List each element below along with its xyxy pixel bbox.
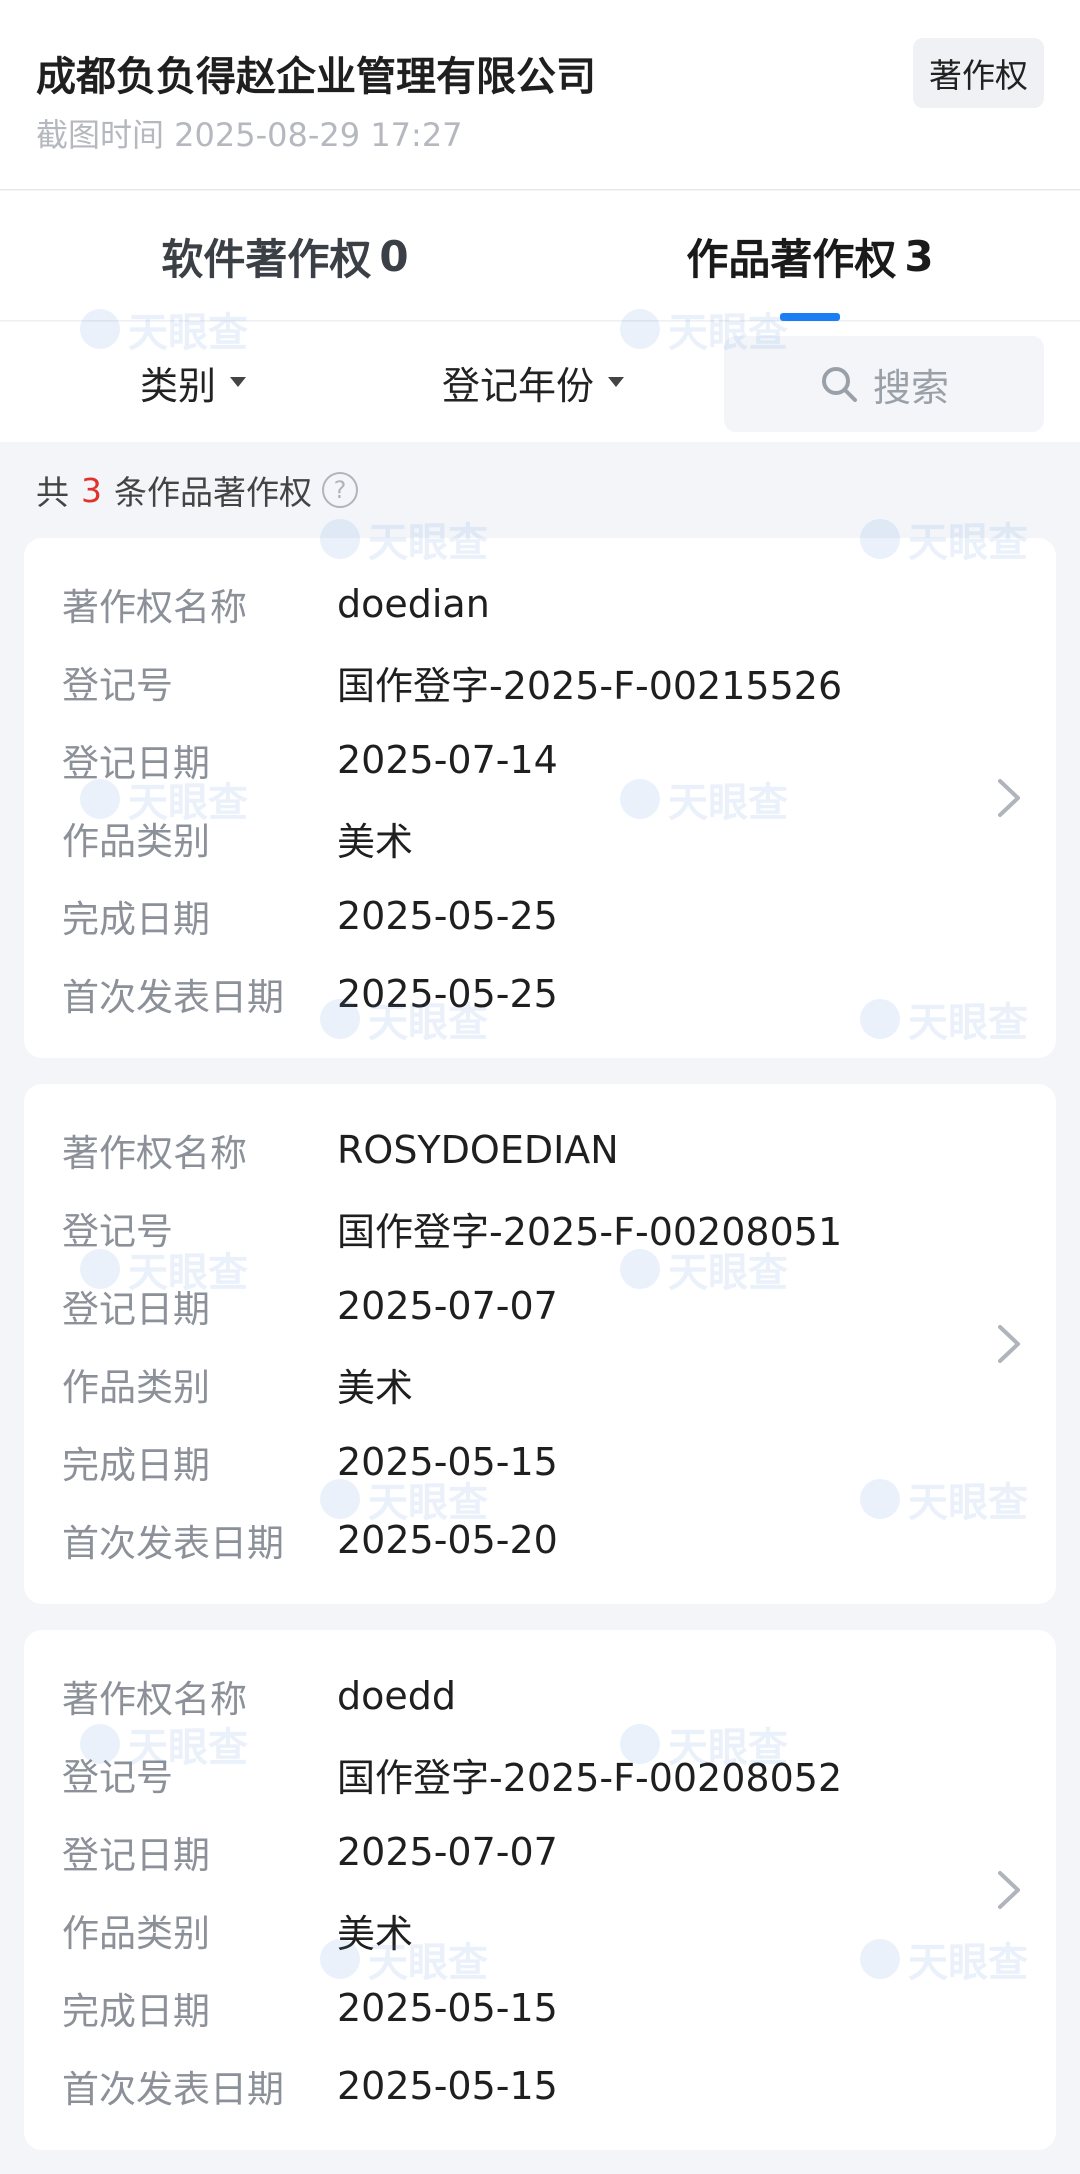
tab-software-copyright[interactable]: 软件著作权 0 <box>0 191 570 321</box>
row-value: 2025-07-07 <box>337 1830 558 1874</box>
copyright-record-card[interactable]: 著作权名称 doedian 登记号 国作登字-2025-F-00215526 登… <box>24 538 1056 1058</box>
record-row-completion-date: 完成日期 2025-05-25 <box>62 886 558 946</box>
row-label: 首次发表日期 <box>62 1522 284 1565</box>
category-filter-label: 类别 <box>140 363 217 408</box>
row-label: 完成日期 <box>62 1990 210 2033</box>
search-icon <box>821 367 857 402</box>
record-row-name: 著作权名称 ROSYDOEDIAN <box>62 1120 619 1180</box>
tab-label: 作品著作权 <box>686 234 897 284</box>
summary-count: 3 <box>81 470 102 510</box>
row-value: 2025-07-07 <box>337 1284 558 1328</box>
company-title: 成都负负得赵企业管理有限公司 <box>36 54 596 100</box>
search-label: 搜索 <box>872 365 949 410</box>
row-value: 美术 <box>337 1911 414 1956</box>
row-label: 作品类别 <box>62 1912 210 1955</box>
row-label: 著作权名称 <box>62 586 247 629</box>
record-row-completion-date: 完成日期 2025-05-15 <box>62 1432 558 1492</box>
help-icon[interactable]: ? <box>322 472 358 508</box>
row-value: 2025-05-25 <box>337 894 558 938</box>
record-row-first-publish-date: 首次发表日期 2025-05-20 <box>62 1510 558 1570</box>
row-label: 著作权名称 <box>62 1132 247 1175</box>
record-row-reg-date: 登记日期 2025-07-07 <box>62 1822 558 1882</box>
year-filter-label: 登记年份 <box>442 363 595 408</box>
record-row-first-publish-date: 首次发表日期 2025-05-15 <box>62 2056 558 2116</box>
record-row-reg-date: 登记日期 2025-07-14 <box>62 730 558 790</box>
chevron-right-icon <box>998 1325 1020 1363</box>
record-row-category: 作品类别 美术 <box>62 1900 413 1960</box>
row-label: 登记号 <box>62 1756 173 1799</box>
row-label: 作品类别 <box>62 820 210 863</box>
row-label: 登记日期 <box>62 1288 210 1331</box>
record-row-category: 作品类别 美术 <box>62 808 413 868</box>
caret-down-icon <box>230 377 247 387</box>
record-row-reg-number: 登记号 国作登字-2025-F-00208052 <box>62 1744 842 1804</box>
summary-prefix: 共 <box>36 473 69 512</box>
summary-suffix: 条作品著作权 <box>114 473 312 512</box>
row-value: 2025-05-15 <box>337 2064 558 2108</box>
row-label: 作品类别 <box>62 1366 210 1409</box>
record-row-category: 作品类别 美术 <box>62 1354 413 1414</box>
year-filter[interactable]: 登记年份 <box>442 322 625 442</box>
chevron-right-icon <box>998 1871 1020 1909</box>
row-value: 美术 <box>337 1365 414 1410</box>
row-value: 2025-05-15 <box>337 1440 558 1484</box>
row-label: 首次发表日期 <box>62 976 284 1019</box>
record-row-first-publish-date: 首次发表日期 2025-05-25 <box>62 964 558 1024</box>
row-label: 完成日期 <box>62 1444 210 1487</box>
row-label: 登记号 <box>62 1210 173 1253</box>
row-value: 2025-05-25 <box>337 972 558 1016</box>
copyright-tag: 著作权 <box>913 38 1044 108</box>
row-value: 2025-07-14 <box>337 738 558 782</box>
tab-count: 0 <box>379 231 409 281</box>
record-row-reg-number: 登记号 国作登字-2025-F-00208051 <box>62 1198 842 1258</box>
copyright-record-card[interactable]: 著作权名称 doedd 登记号 国作登字-2025-F-00208052 登记日… <box>24 1630 1056 2150</box>
row-label: 首次发表日期 <box>62 2068 284 2111</box>
search-button[interactable]: 搜索 <box>724 336 1044 432</box>
row-value: 国作登字-2025-F-00208052 <box>337 1755 843 1800</box>
chevron-right-icon <box>998 779 1020 817</box>
page-header: 成都负负得赵企业管理有限公司 截图时间 2025-08-29 17:27 著作权 <box>0 0 1080 190</box>
row-label: 完成日期 <box>62 898 210 941</box>
row-value: doedian <box>337 582 490 626</box>
tab-work-copyright[interactable]: 作品著作权 3 <box>540 191 1080 321</box>
row-label: 登记号 <box>62 664 173 707</box>
active-tab-indicator <box>780 313 840 321</box>
screenshot-time: 截图时间 2025-08-29 17:27 <box>36 116 463 154</box>
tab-count: 3 <box>904 231 934 281</box>
copyright-record-card[interactable]: 著作权名称 ROSYDOEDIAN 登记号 国作登字-2025-F-002080… <box>24 1084 1056 1604</box>
record-row-reg-date: 登记日期 2025-07-07 <box>62 1276 558 1336</box>
row-label: 著作权名称 <box>62 1678 247 1721</box>
record-row-completion-date: 完成日期 2025-05-15 <box>62 1978 558 2038</box>
row-value: 国作登字-2025-F-00215526 <box>337 663 843 708</box>
row-value: ROSYDOEDIAN <box>337 1128 619 1172</box>
row-value: doedd <box>337 1674 456 1718</box>
row-value: 2025-05-15 <box>337 1986 558 2030</box>
tab-label: 软件著作权 <box>161 234 372 284</box>
row-label: 登记日期 <box>62 742 210 785</box>
category-filter[interactable]: 类别 <box>140 322 247 442</box>
row-label: 登记日期 <box>62 1834 210 1877</box>
row-value: 2025-05-20 <box>337 1518 558 1562</box>
row-value: 国作登字-2025-F-00208051 <box>337 1209 843 1254</box>
record-row-name: 著作权名称 doedian <box>62 574 490 634</box>
record-row-reg-number: 登记号 国作登字-2025-F-00215526 <box>62 652 842 712</box>
row-value: 美术 <box>337 819 414 864</box>
record-row-name: 著作权名称 doedd <box>62 1666 456 1726</box>
caret-down-icon <box>608 377 625 387</box>
result-summary: 共 3 条作品著作权 ? <box>36 466 358 514</box>
copyright-tabs: 软件著作权 0 作品著作权 3 <box>0 191 1080 321</box>
